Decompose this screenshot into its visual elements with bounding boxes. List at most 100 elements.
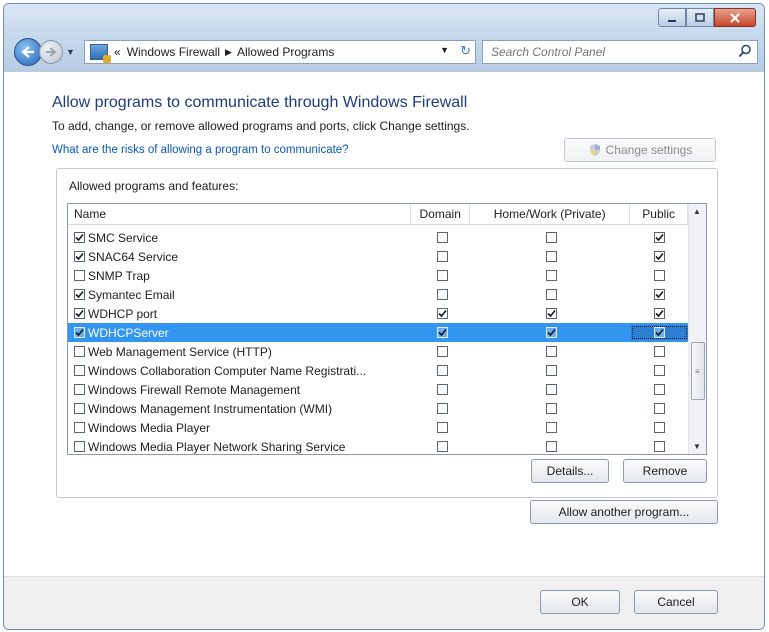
list-item[interactable]: Windows Management Instrumentation (WMI): [68, 399, 688, 418]
forward-arrow-icon: [46, 47, 57, 57]
program-name-cell: SNAC64 Service: [68, 250, 413, 264]
home-checkbox[interactable]: [545, 346, 557, 357]
breadcrumb-allowed-programs[interactable]: Allowed Programs: [237, 45, 334, 59]
home-checkbox[interactable]: [545, 422, 557, 433]
public-checkbox[interactable]: [654, 346, 665, 357]
program-enabled-checkbox[interactable]: [74, 384, 85, 395]
breadcrumb-windows-firewall[interactable]: Windows Firewall: [127, 45, 220, 59]
public-checkbox[interactable]: [654, 270, 665, 281]
list-item[interactable]: Windows Firewall Remote Management: [68, 380, 688, 399]
program-enabled-checkbox[interactable]: [74, 308, 85, 319]
back-button[interactable]: [14, 38, 42, 66]
domain-checkbox[interactable]: [436, 346, 448, 357]
scroll-up-icon[interactable]: ▲: [693, 207, 701, 216]
list-item[interactable]: Windows Collaboration Computer Name Regi…: [68, 361, 688, 380]
column-header-name[interactable]: Name: [68, 204, 412, 224]
home-checkbox[interactable]: [545, 270, 557, 281]
list-item[interactable]: Windows Media Player: [68, 418, 688, 437]
program-enabled-checkbox[interactable]: [74, 441, 85, 452]
list-item[interactable]: SMC Service: [68, 228, 688, 247]
home-checkbox[interactable]: [545, 232, 557, 243]
home-checkbox[interactable]: [545, 289, 557, 300]
program-enabled-checkbox[interactable]: [74, 403, 85, 414]
navigation-buttons: ▼: [14, 38, 75, 66]
program-label: WDHCP port: [88, 306, 158, 321]
allowed-programs-list[interactable]: Name Domain Home/Work (Private) Public S…: [67, 203, 707, 455]
public-checkbox[interactable]: [654, 251, 665, 262]
search-icon[interactable]: [738, 44, 752, 58]
column-header-home-work[interactable]: Home/Work (Private): [470, 204, 631, 224]
home-checkbox[interactable]: [545, 251, 557, 262]
minimize-button[interactable]: [658, 8, 686, 27]
domain-checkbox[interactable]: [436, 270, 448, 281]
public-checkbox[interactable]: [654, 365, 665, 376]
home-checkbox[interactable]: [545, 365, 557, 376]
search-box[interactable]: [482, 40, 758, 64]
program-enabled-checkbox[interactable]: [74, 270, 85, 281]
program-enabled-checkbox[interactable]: [74, 232, 85, 243]
program-enabled-checkbox[interactable]: [74, 289, 85, 300]
domain-checkbox[interactable]: [436, 441, 448, 452]
public-cell: [631, 422, 688, 433]
home-checkbox[interactable]: [545, 403, 557, 414]
scroll-down-icon[interactable]: ▼: [693, 442, 701, 451]
refresh-icon[interactable]: ↻: [460, 43, 471, 59]
column-header-domain[interactable]: Domain: [411, 204, 471, 224]
list-header: Name Domain Home/Work (Private) Public: [68, 204, 688, 225]
domain-checkbox[interactable]: [436, 251, 448, 262]
program-enabled-checkbox[interactable]: [74, 327, 85, 338]
address-dropdown-icon[interactable]: ▼: [440, 45, 449, 55]
public-checkbox[interactable]: [654, 308, 665, 319]
domain-checkbox[interactable]: [436, 384, 448, 395]
list-item[interactable]: WDHCPServer: [68, 323, 688, 342]
search-input[interactable]: [483, 44, 733, 60]
scrollbar-thumb[interactable]: ≡: [691, 342, 705, 400]
breadcrumb-arrow-icon[interactable]: ▶: [225, 47, 232, 58]
domain-checkbox[interactable]: [436, 308, 448, 319]
program-enabled-checkbox[interactable]: [74, 346, 85, 357]
list-item[interactable]: Symantec Email: [68, 285, 688, 304]
public-checkbox[interactable]: [654, 441, 665, 452]
public-checkbox[interactable]: [654, 403, 665, 414]
address-bar[interactable]: « Windows Firewall ▶ Allowed Programs ▼ …: [84, 40, 476, 64]
list-item[interactable]: SNMP Trap: [68, 266, 688, 285]
risks-help-link[interactable]: What are the risks of allowing a program…: [52, 144, 349, 156]
domain-checkbox[interactable]: [436, 403, 448, 414]
list-item[interactable]: Web Management Service (HTTP): [68, 342, 688, 361]
ok-button[interactable]: OK: [540, 590, 620, 614]
home-cell: [471, 308, 631, 319]
program-enabled-checkbox[interactable]: [74, 365, 85, 376]
public-checkbox[interactable]: [654, 422, 665, 433]
list-item[interactable]: SNAC64 Service: [68, 247, 688, 266]
column-header-public[interactable]: Public: [630, 204, 688, 224]
close-button[interactable]: [714, 8, 756, 27]
recent-pages-dropdown[interactable]: ▼: [66, 47, 75, 57]
home-checkbox[interactable]: [545, 308, 557, 319]
domain-checkbox[interactable]: [436, 422, 448, 433]
home-checkbox[interactable]: [545, 327, 557, 338]
list-item[interactable]: WDHCP port: [68, 304, 688, 323]
change-settings-button[interactable]: Change settings: [564, 138, 716, 162]
home-checkbox[interactable]: [545, 441, 557, 452]
program-enabled-checkbox[interactable]: [74, 422, 85, 433]
forward-button[interactable]: [39, 40, 63, 64]
cancel-button[interactable]: Cancel: [634, 590, 718, 614]
details-button[interactable]: Details...: [531, 459, 609, 483]
remove-button[interactable]: Remove: [623, 459, 707, 483]
public-checkbox[interactable]: [654, 327, 665, 338]
close-icon: [730, 12, 740, 23]
domain-checkbox[interactable]: [436, 365, 448, 376]
domain-checkbox[interactable]: [436, 289, 448, 300]
public-checkbox[interactable]: [654, 289, 665, 300]
home-checkbox[interactable]: [545, 384, 557, 395]
public-checkbox[interactable]: [654, 384, 665, 395]
maximize-button[interactable]: [686, 8, 714, 27]
breadcrumb-overflow[interactable]: «: [114, 45, 121, 59]
domain-checkbox[interactable]: [436, 327, 448, 338]
allow-another-program-button[interactable]: Allow another program...: [530, 500, 718, 524]
vertical-scrollbar[interactable]: ▲ ≡ ▼: [688, 204, 706, 454]
list-item[interactable]: Windows Media Player Network Sharing Ser…: [68, 437, 688, 454]
domain-checkbox[interactable]: [436, 232, 448, 243]
program-enabled-checkbox[interactable]: [74, 251, 85, 262]
public-checkbox[interactable]: [654, 232, 665, 243]
